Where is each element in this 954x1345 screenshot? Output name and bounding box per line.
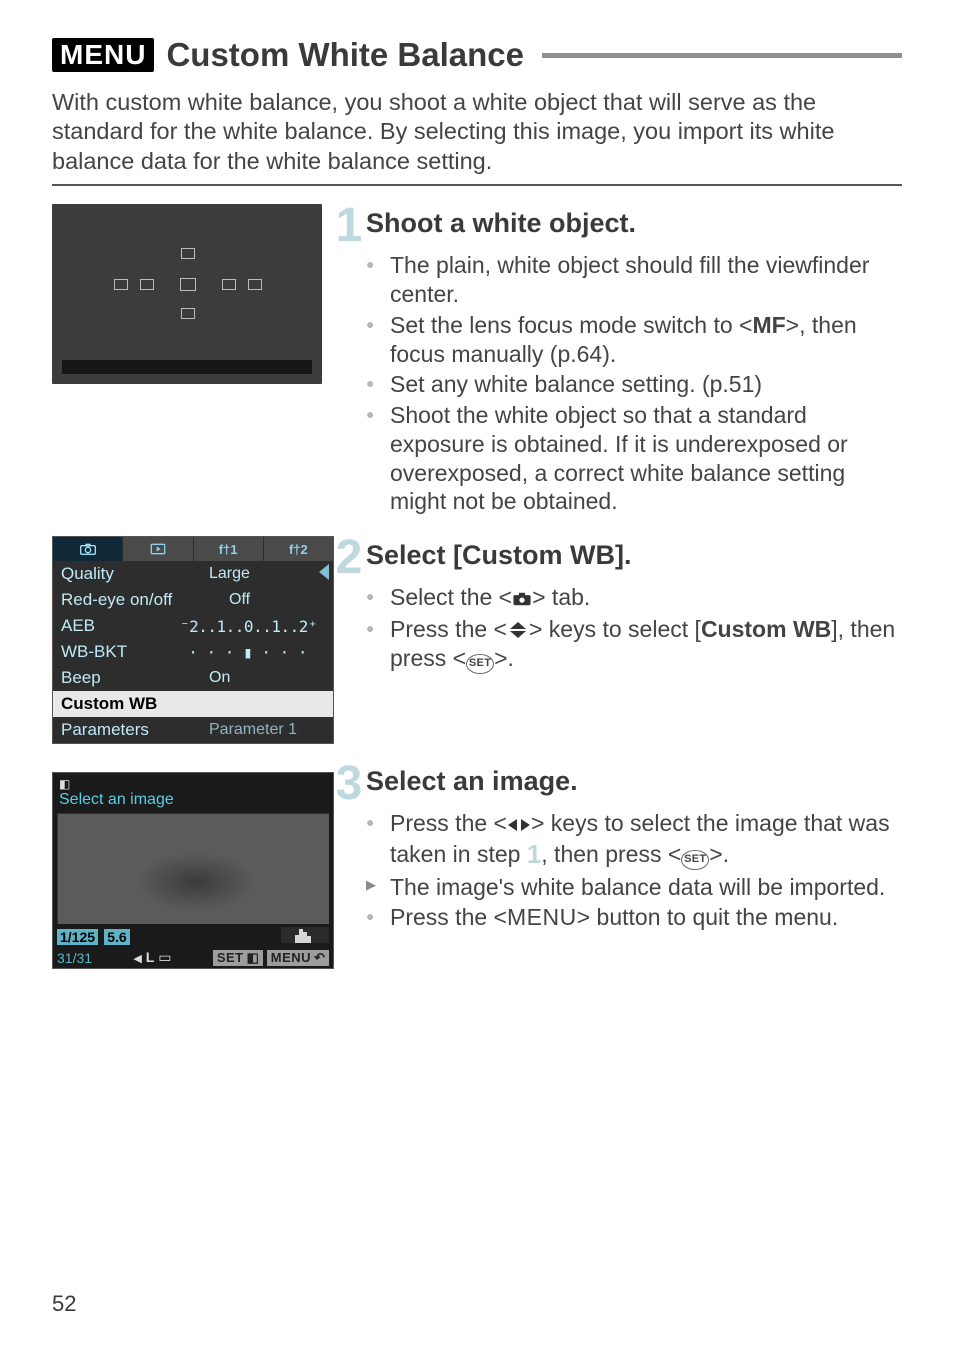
image-count: 31/31 bbox=[57, 950, 92, 966]
select-an-image-text: Select an image bbox=[53, 791, 333, 811]
tab-setup2: f†2 bbox=[264, 537, 333, 561]
row-beep: Beep On bbox=[53, 665, 333, 691]
left-arrow-icon: ◀ bbox=[133, 953, 141, 965]
row-customwb: Custom WB bbox=[53, 691, 333, 717]
page-title: Custom White Balance bbox=[166, 36, 524, 74]
s1-b1: The plain, white object should fill the … bbox=[366, 251, 902, 309]
image-select-screenshot: ◧ Select an image 1/125 5.6 31/31 ◀ bbox=[52, 762, 332, 969]
set-icon: SET bbox=[681, 850, 709, 870]
row-parameters: Parameters Parameter 1 bbox=[53, 717, 333, 743]
menu-return-badge: MENU ↶ bbox=[267, 950, 329, 966]
set-icon: SET bbox=[466, 654, 494, 674]
step-3: ◧ Select an image 1/125 5.6 31/31 ◀ bbox=[52, 762, 902, 969]
manual-page: MENU Custom White Balance With custom wh… bbox=[0, 0, 954, 1345]
row-quality: Quality Large bbox=[53, 561, 333, 587]
histogram-icon bbox=[281, 927, 329, 947]
tab-shooting bbox=[53, 537, 123, 561]
page-number: 52 bbox=[52, 1291, 76, 1317]
step-2-number: 2 bbox=[334, 536, 364, 579]
s1-b2: Set the lens focus mode switch to <MF>, … bbox=[366, 311, 902, 369]
viewfinder-graphic bbox=[52, 204, 332, 384]
section-divider bbox=[52, 184, 902, 186]
aperture-badge: 5.6 bbox=[104, 929, 129, 945]
s1-b3: Set any white balance setting. (p.51) bbox=[366, 370, 902, 399]
step-1-title: Shoot a white object. bbox=[366, 208, 636, 239]
step-1: 1 Shoot a white object. The plain, white… bbox=[52, 204, 902, 518]
menu-scroll-arrow bbox=[319, 564, 329, 580]
step-ref-1: 1 bbox=[527, 839, 541, 869]
s3-b2: The image's white balance data will be i… bbox=[366, 873, 902, 902]
row-aeb: AEB ⁻2..1..0..1..2⁺ bbox=[53, 613, 333, 639]
step-3-title: Select an image. bbox=[366, 766, 578, 797]
thumb-icon: ▭ bbox=[158, 949, 171, 965]
left-right-icon bbox=[507, 810, 531, 836]
tab-setup1: f†1 bbox=[194, 537, 264, 561]
customwb-icon: ◧ bbox=[59, 777, 70, 791]
menu-badge: MENU bbox=[52, 38, 154, 72]
set-badge: SET ◧ bbox=[213, 950, 263, 966]
row-wbbkt: WB-BKT · · · ▮ · · · bbox=[53, 639, 333, 665]
camera-icon bbox=[512, 584, 532, 613]
step-2: f†1 f†2 Quality Large Red-eye on/off Off… bbox=[52, 536, 902, 744]
menu-keycap: MENU bbox=[507, 904, 577, 930]
title-bar bbox=[542, 53, 902, 58]
up-down-icon bbox=[507, 616, 529, 642]
s2-b2: Press the <> keys to select [Custom WB],… bbox=[366, 615, 902, 674]
s3-b1: Press the <> keys to select the image th… bbox=[366, 809, 902, 870]
s3-b3: Press the <MENU> button to quit the menu… bbox=[366, 903, 902, 932]
size-badge: L bbox=[146, 949, 155, 965]
intro-paragraph: With custom white balance, you shoot a w… bbox=[52, 88, 902, 176]
row-redeye: Red-eye on/off Off bbox=[53, 587, 333, 613]
preview-area bbox=[57, 813, 329, 924]
step-2-title: Select [Custom WB]. bbox=[366, 540, 632, 571]
menu-screenshot: f†1 f†2 Quality Large Red-eye on/off Off… bbox=[52, 536, 332, 744]
step-3-number: 3 bbox=[334, 762, 364, 805]
tab-playback bbox=[123, 537, 193, 561]
page-title-row: MENU Custom White Balance bbox=[52, 36, 902, 74]
step-1-number: 1 bbox=[334, 204, 364, 247]
shutter-badge: 1/125 bbox=[57, 929, 98, 945]
s2-b1: Select the <> tab. bbox=[366, 583, 902, 613]
s1-b4: Shoot the white object so that a standar… bbox=[366, 401, 902, 516]
